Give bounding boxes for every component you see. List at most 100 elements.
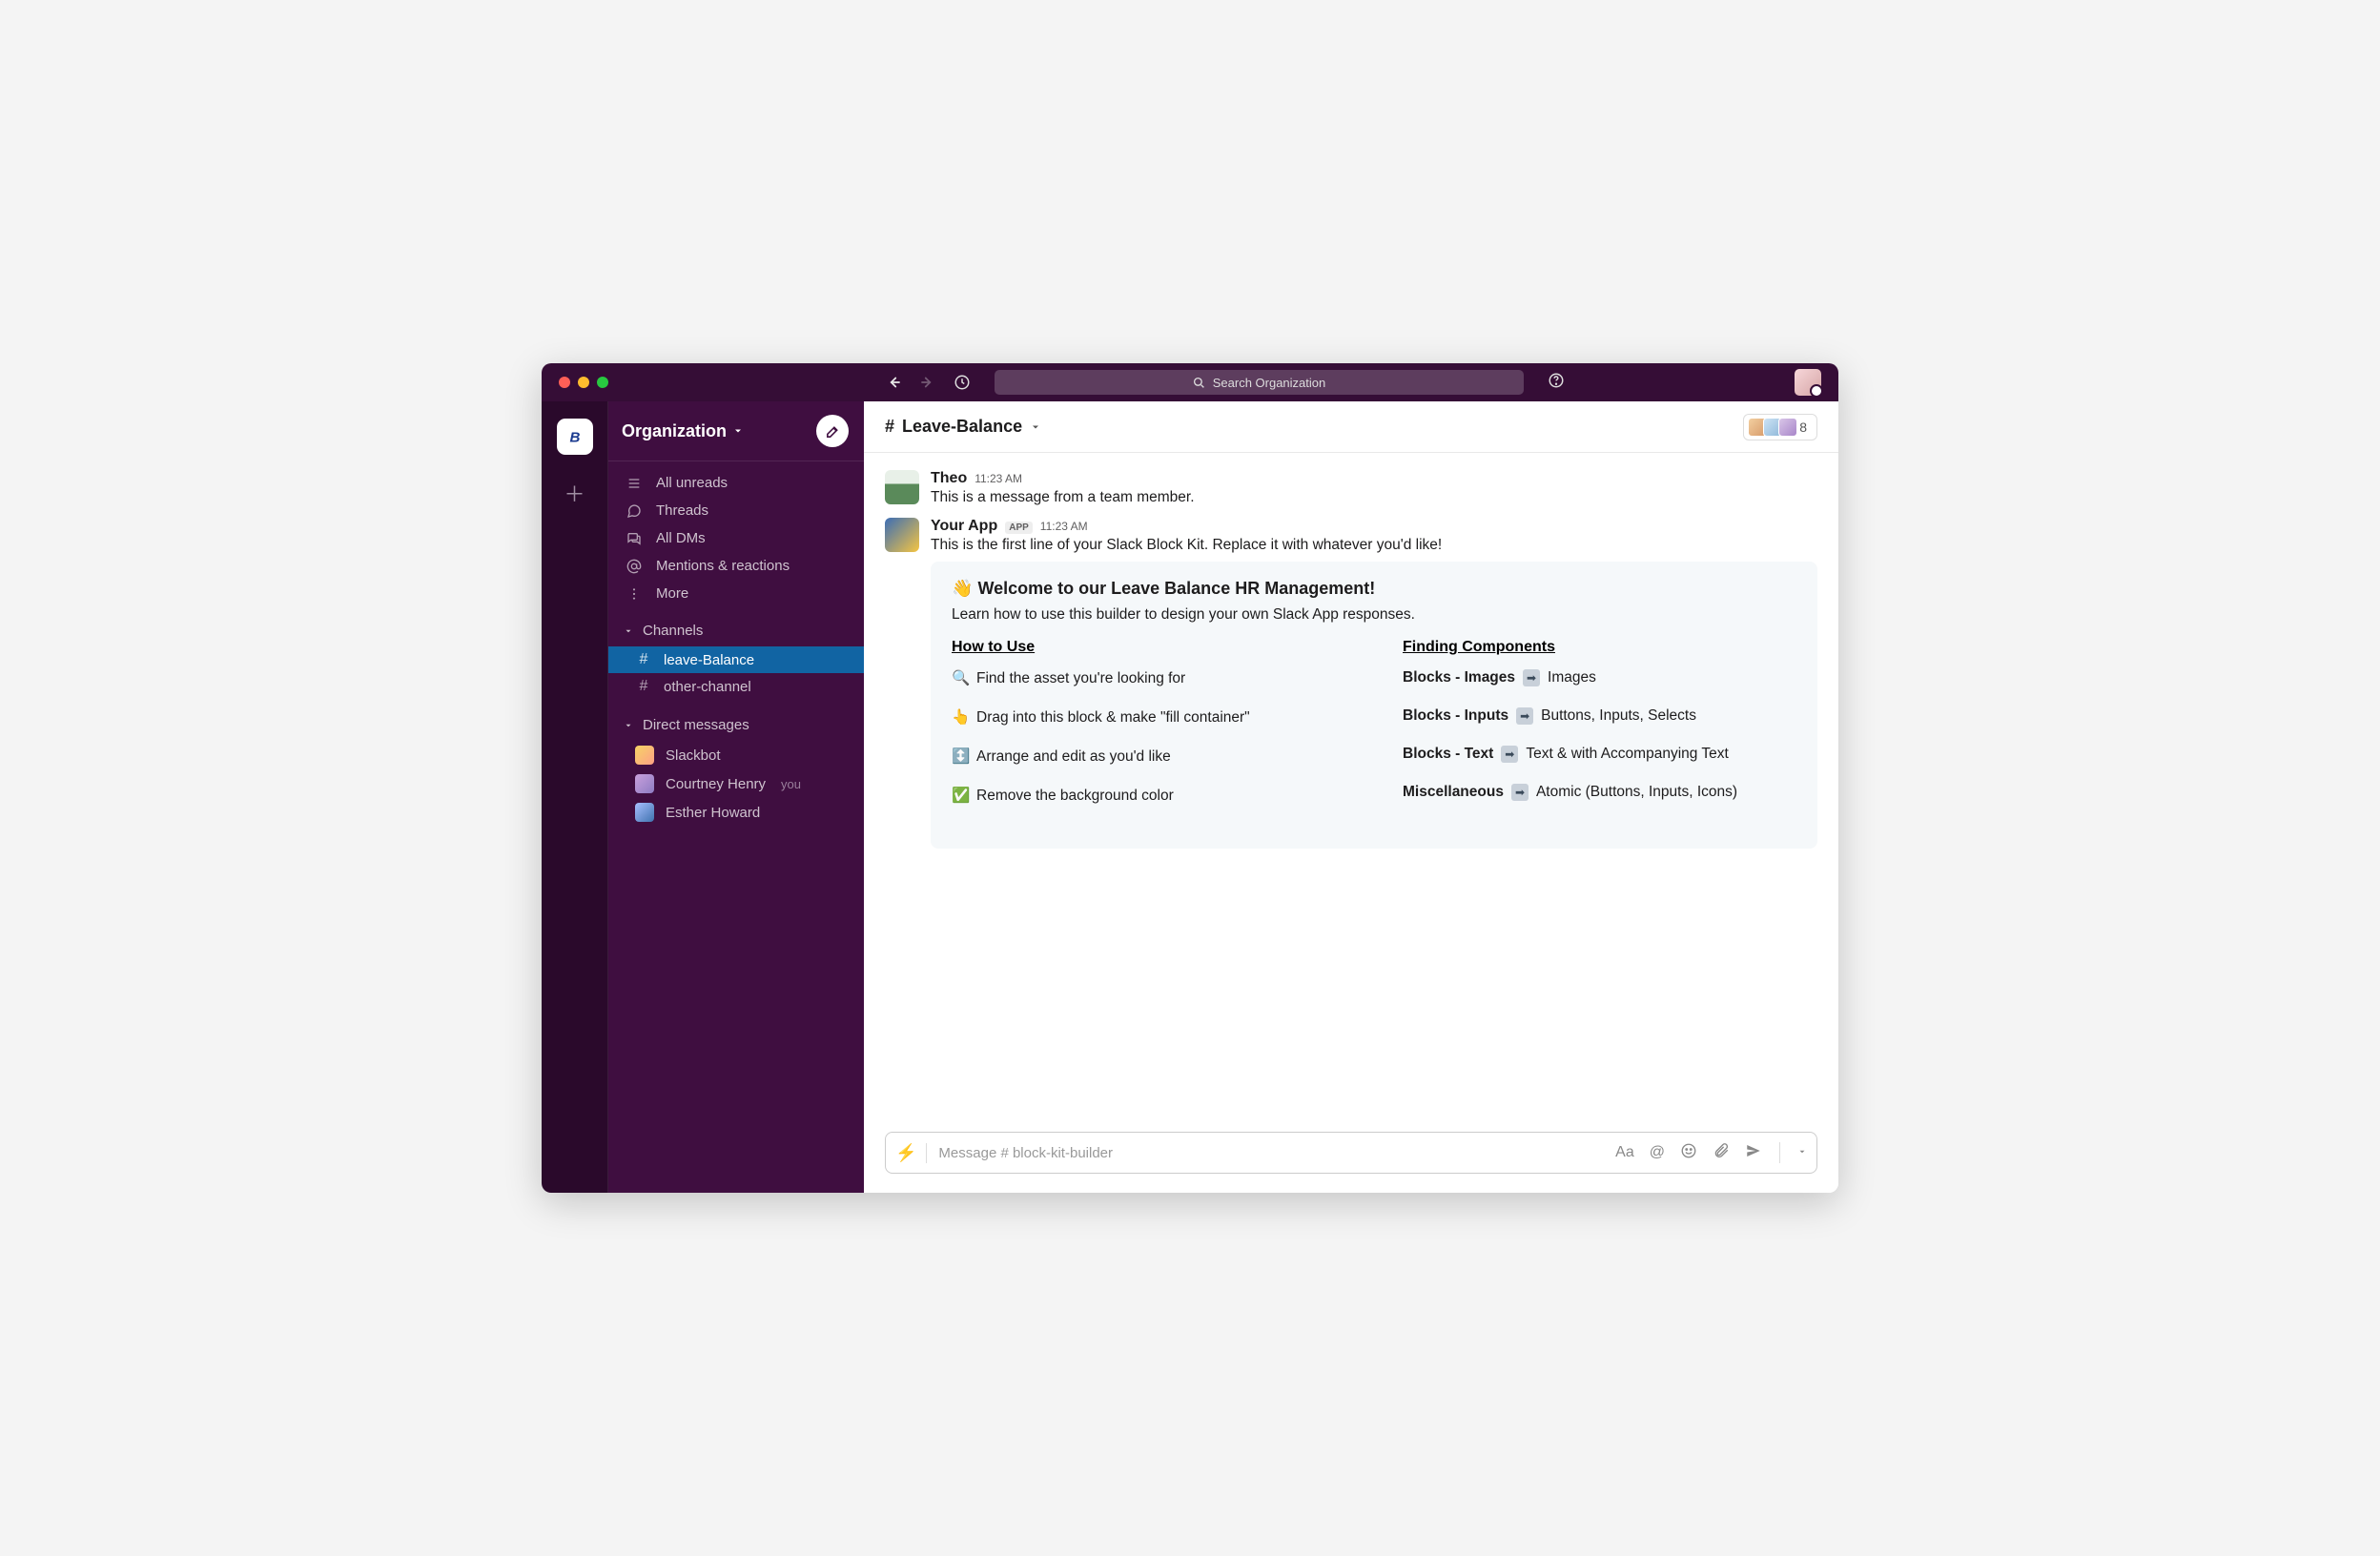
sidebar-header: Organization — [608, 401, 864, 461]
members-button[interactable]: 8 — [1743, 414, 1817, 440]
add-workspace-button[interactable]: ＋ — [558, 476, 592, 510]
sidebar-channel-other-channel[interactable]: # other-channel — [608, 673, 864, 700]
sidebar-nav: All unreads Threads All DMs Mentions & r… — [608, 461, 864, 615]
forward-button[interactable] — [919, 374, 936, 391]
row-text: Arrange and edit as you'd like — [976, 748, 1171, 766]
chevron-down-icon — [732, 425, 744, 437]
chevron-down-icon — [1030, 421, 1041, 433]
sidebar-item-more[interactable]: More — [608, 580, 864, 607]
search-placeholder: Search Organization — [1213, 376, 1326, 390]
mention-icon[interactable]: @ — [1650, 1144, 1665, 1161]
howto-row: ✅Remove the background color — [952, 787, 1345, 805]
avatar — [635, 803, 654, 822]
channel-name-button[interactable]: # Leave-Balance — [885, 417, 1041, 437]
back-button[interactable] — [885, 374, 902, 391]
row-rest: Text & with Accompanying Text — [1526, 746, 1729, 763]
org-switcher[interactable]: Organization — [622, 421, 744, 441]
sidebar-dm-esther-howard[interactable]: Esther Howard — [608, 798, 864, 827]
component-row: Blocks - Text ➡ Text & with Accompanying… — [1403, 746, 1796, 763]
sidebar-item-threads[interactable]: Threads — [608, 497, 864, 524]
row-rest: Buttons, Inputs, Selects — [1541, 707, 1696, 725]
send-icon[interactable] — [1745, 1142, 1762, 1164]
message: Theo 11:23 AM This is a message from a t… — [885, 470, 1817, 506]
threads-icon — [626, 503, 643, 519]
sidebar-item-label: More — [656, 585, 688, 602]
user-avatar[interactable] — [1795, 369, 1821, 396]
sidebar-item-label: All DMs — [656, 530, 706, 546]
component-row: Miscellaneous ➡ Atomic (Buttons, Inputs,… — [1403, 784, 1796, 801]
hash-icon: # — [635, 678, 652, 695]
send-options-icon[interactable] — [1797, 1144, 1807, 1161]
message-input[interactable] — [938, 1145, 1604, 1161]
caret-down-icon — [624, 721, 633, 730]
app-badge: APP — [1005, 522, 1033, 534]
sidebar-dm-slackbot[interactable]: Slackbot — [608, 741, 864, 769]
arrow-icon: ➡ — [1523, 669, 1540, 686]
message-author[interactable]: Your App — [931, 518, 997, 535]
workspace-icon[interactable]: B — [557, 419, 593, 455]
howto-column: How to Use 🔍Find the asset you're lookin… — [952, 639, 1345, 826]
caret-down-icon — [624, 626, 633, 636]
attach-icon[interactable] — [1713, 1142, 1730, 1164]
row-text: Find the asset you're looking for — [976, 670, 1185, 687]
wave-emoji: 👋 — [952, 579, 973, 598]
avatar[interactable] — [885, 518, 919, 552]
help-button[interactable] — [1548, 372, 1565, 394]
howto-row: 👆Drag into this block & make "fill conta… — [952, 708, 1345, 727]
sidebar-item-mentions[interactable]: Mentions & reactions — [608, 552, 864, 580]
maximize-window-icon[interactable] — [597, 377, 608, 388]
compose-button[interactable] — [816, 415, 849, 447]
format-button[interactable]: Aa — [1615, 1144, 1634, 1161]
sidebar-item-label: All unreads — [656, 475, 728, 491]
emoji-icon[interactable] — [1680, 1142, 1697, 1164]
svg-text:B: B — [569, 429, 580, 445]
mentions-icon — [626, 559, 643, 574]
channel-label: leave-Balance — [664, 652, 754, 668]
channel-label: other-channel — [664, 679, 751, 695]
dm-label: Courtney Henry — [666, 776, 766, 792]
hash-icon: # — [635, 651, 652, 668]
sidebar-dm-courtney-henry[interactable]: Courtney Henry you — [608, 769, 864, 798]
sidebar-item-all-unreads[interactable]: All unreads — [608, 469, 864, 497]
row-bold: Miscellaneous — [1403, 784, 1504, 801]
shortcuts-icon[interactable]: ⚡ — [895, 1143, 927, 1163]
message-composer[interactable]: ⚡ Aa @ — [885, 1132, 1817, 1174]
row-bold: Blocks - Text — [1403, 746, 1493, 763]
message: Your App APP 11:23 AM This is the first … — [885, 518, 1817, 849]
message-author[interactable]: Theo — [931, 470, 967, 487]
components-column: Finding Components Blocks - Images ➡ Ima… — [1403, 639, 1796, 826]
sidebar-item-label: Threads — [656, 502, 708, 519]
app-window: Search Organization B ＋ Organization — [542, 363, 1838, 1193]
history-icon[interactable] — [954, 374, 971, 391]
component-row: Blocks - Images ➡ Images — [1403, 669, 1796, 686]
main-pane: # Leave-Balance 8 — [864, 401, 1838, 1193]
sidebar-item-all-dms[interactable]: All DMs — [608, 524, 864, 552]
row-rest: Images — [1548, 669, 1596, 686]
arrow-icon: ➡ — [1516, 707, 1533, 725]
sidebar-item-label: Mentions & reactions — [656, 558, 790, 574]
member-count: 8 — [1799, 420, 1807, 435]
divider — [1779, 1142, 1780, 1163]
channel-header: # Leave-Balance 8 — [864, 401, 1838, 453]
howto-row: 🔍Find the asset you're looking for — [952, 669, 1345, 687]
row-text: Remove the background color — [976, 788, 1174, 805]
more-icon — [626, 586, 643, 602]
arrow-icon: ➡ — [1501, 746, 1518, 763]
avatar — [635, 746, 654, 765]
minimize-window-icon[interactable] — [578, 377, 589, 388]
hash-icon: # — [885, 417, 894, 437]
dms-icon — [626, 531, 643, 546]
message-text: This is a message from a team member. — [931, 489, 1817, 506]
workspace-rail: B ＋ — [542, 401, 608, 1193]
message-text: This is the first line of your Slack Blo… — [931, 537, 1817, 554]
dms-group-header[interactable]: Direct messages — [608, 709, 864, 741]
block-kit-title: 👋 Welcome to our Leave Balance HR Manage… — [952, 579, 1796, 599]
channels-group-header[interactable]: Channels — [608, 615, 864, 646]
dm-label: Esther Howard — [666, 805, 760, 821]
close-window-icon[interactable] — [559, 377, 570, 388]
avatar[interactable] — [885, 470, 919, 504]
sidebar-channel-leave-Balance[interactable]: # leave-Balance — [608, 646, 864, 673]
search-bar[interactable]: Search Organization — [995, 370, 1524, 395]
traffic-lights — [559, 377, 608, 388]
row-icon: ↕️ — [952, 747, 969, 766]
